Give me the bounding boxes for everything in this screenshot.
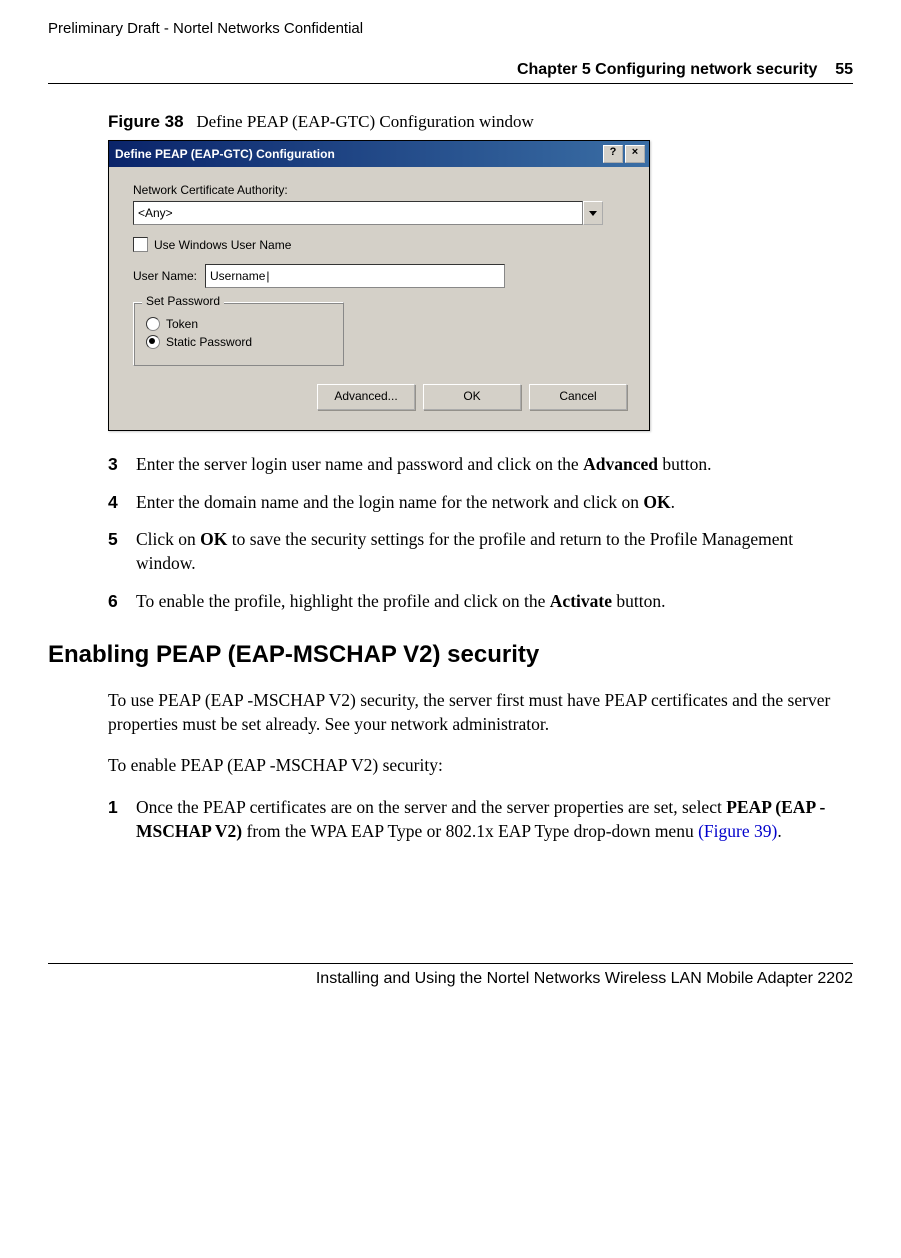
- chevron-down-icon: [589, 211, 597, 216]
- figure-label: Figure 38: [108, 112, 184, 131]
- step-text: from the WPA EAP Type or 802.1x EAP Type…: [242, 821, 698, 841]
- step-number: 5: [108, 528, 136, 575]
- dialog-titlebar: Define PEAP (EAP-GTC) Configuration ? ×: [109, 141, 649, 167]
- step-4: 4 Enter the domain name and the login na…: [108, 491, 853, 515]
- step-text: to save the security settings for the pr…: [136, 529, 793, 573]
- dialog-screenshot: Define PEAP (EAP-GTC) Configuration ? × …: [108, 140, 853, 431]
- step-number: 1: [108, 796, 136, 843]
- username-input[interactable]: Username: [205, 264, 505, 288]
- figure-caption-text: Define PEAP (EAP-GTC) Configuration wind…: [196, 112, 533, 131]
- set-password-group: Set Password Token Static Password: [133, 302, 344, 366]
- cert-auth-dropdown[interactable]: <Any>: [133, 201, 603, 225]
- figure-caption: Figure 38 Define PEAP (EAP-GTC) Configur…: [108, 112, 853, 132]
- step-bold: Advanced: [583, 454, 658, 474]
- cancel-button[interactable]: Cancel: [529, 384, 627, 410]
- step-text: Enter the server login user name and pas…: [136, 454, 583, 474]
- footer: Installing and Using the Nortel Networks…: [48, 963, 853, 988]
- section-heading: Enabling PEAP (EAP-MSCHAP V2) security: [48, 641, 853, 669]
- step-bold: Activate: [550, 591, 612, 611]
- dropdown-button[interactable]: [583, 201, 603, 225]
- step-3: 3 Enter the server login user name and p…: [108, 453, 853, 477]
- static-password-radio[interactable]: [146, 335, 160, 349]
- cert-auth-value: <Any>: [133, 201, 583, 225]
- step-text: .: [777, 821, 781, 841]
- step-5: 5 Click on OK to save the security setti…: [108, 528, 853, 575]
- step-6: 6 To enable the profile, highlight the p…: [108, 590, 853, 614]
- step-bold: OK: [643, 492, 670, 512]
- ok-button[interactable]: OK: [423, 384, 521, 410]
- chapter-header: Chapter 5 Configuring network security 5…: [48, 61, 853, 84]
- step-number: 4: [108, 491, 136, 515]
- step-bold: OK: [200, 529, 227, 549]
- step-text: button.: [612, 591, 665, 611]
- static-password-radio-label: Static Password: [166, 335, 252, 349]
- step-number: 3: [108, 453, 136, 477]
- use-windows-user-checkbox[interactable]: [133, 237, 148, 252]
- confidential-header: Preliminary Draft - Nortel Networks Conf…: [48, 20, 853, 37]
- dialog-title: Define PEAP (EAP-GTC) Configuration: [115, 147, 335, 161]
- close-button[interactable]: ×: [625, 145, 645, 163]
- token-radio-label: Token: [166, 317, 198, 331]
- step-text: To enable the profile, highlight the pro…: [136, 591, 550, 611]
- username-label: User Name:: [133, 269, 197, 283]
- cert-auth-label: Network Certificate Authority:: [133, 183, 633, 197]
- page-number: 55: [835, 61, 853, 78]
- use-windows-user-label: Use Windows User Name: [154, 238, 291, 252]
- step-text: Once the PEAP certificates are on the se…: [136, 797, 726, 817]
- step-number: 6: [108, 590, 136, 614]
- step-text: Enter the domain name and the login name…: [136, 492, 643, 512]
- step-text: Click on: [136, 529, 200, 549]
- paragraph: To enable PEAP (EAP -MSCHAP V2) security…: [108, 754, 853, 778]
- paragraph: To use PEAP (EAP -MSCHAP V2) security, t…: [108, 689, 853, 736]
- step-text: .: [671, 492, 675, 512]
- figure-reference-link[interactable]: (Figure 39): [698, 821, 777, 841]
- username-value: Username: [210, 269, 269, 283]
- step-text: button.: [658, 454, 711, 474]
- step-1: 1 Once the PEAP certificates are on the …: [108, 796, 853, 843]
- token-radio[interactable]: [146, 317, 160, 331]
- advanced-button[interactable]: Advanced...: [317, 384, 415, 410]
- help-button[interactable]: ?: [603, 145, 623, 163]
- chapter-title: Chapter 5 Configuring network security: [517, 61, 817, 78]
- group-title: Set Password: [142, 294, 224, 308]
